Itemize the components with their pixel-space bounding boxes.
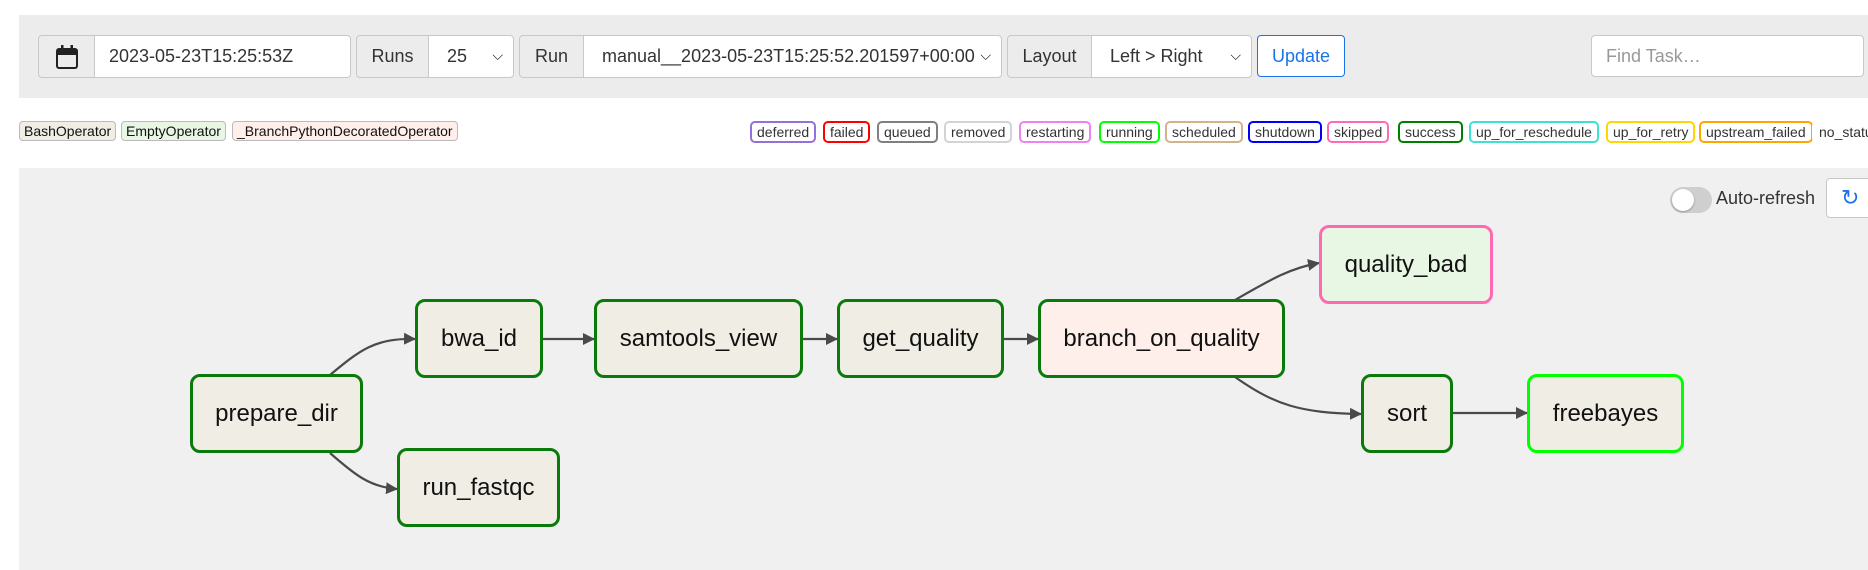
legend-operator-empty[interactable]: EmptyOperator bbox=[121, 121, 226, 141]
auto-refresh-label: Auto-refresh bbox=[1716, 188, 1816, 208]
legend-state-up-for-reschedule[interactable]: up_for_reschedule bbox=[1469, 121, 1599, 143]
layout-label: Layout bbox=[1007, 35, 1092, 78]
task-node-bwa-id[interactable]: bwa_id bbox=[415, 299, 543, 378]
legend-state-running[interactable]: running bbox=[1099, 121, 1160, 143]
refresh-icon: ↻ bbox=[1841, 185, 1860, 210]
update-button[interactable]: Update bbox=[1257, 35, 1345, 77]
legend-operator-bash[interactable]: BashOperator bbox=[19, 121, 117, 141]
chevron-down-icon: ⌵ bbox=[980, 47, 991, 63]
calendar-button[interactable] bbox=[38, 35, 95, 78]
legend-state-deferred[interactable]: deferred bbox=[750, 121, 817, 143]
legend-state-scheduled[interactable]: scheduled bbox=[1165, 121, 1243, 143]
legend-operator-branch-python[interactable]: _BranchPythonDecoratedOperator bbox=[232, 121, 458, 141]
task-node-freebayes[interactable]: freebayes bbox=[1527, 374, 1684, 453]
task-node-get-quality[interactable]: get_quality bbox=[837, 299, 1004, 378]
runs-value: 25 bbox=[447, 46, 468, 66]
layout-select[interactable]: Left > Right ⌵ bbox=[1091, 35, 1252, 78]
execution-date-value: 2023-05-23T15:25:53Z bbox=[109, 46, 294, 66]
legend-state-upstream-failed[interactable]: upstream_failed bbox=[1699, 121, 1813, 143]
runs-label: Runs bbox=[356, 35, 429, 78]
run-value: manual__2023-05-23T15:25:52.201597+00:00 bbox=[602, 46, 975, 66]
find-task-input[interactable] bbox=[1591, 35, 1864, 77]
legend-state-skipped[interactable]: skipped bbox=[1327, 121, 1390, 143]
legend-state-queued[interactable]: queued bbox=[877, 121, 938, 143]
legend-state-up-for-retry[interactable]: up_for_retry bbox=[1606, 121, 1696, 143]
legend-state-success[interactable]: success bbox=[1398, 121, 1463, 143]
runs-select[interactable]: 25 ⌵ bbox=[428, 35, 514, 78]
chevron-down-icon: ⌵ bbox=[492, 47, 503, 63]
legend-state-failed[interactable]: failed bbox=[823, 121, 871, 143]
task-node-sort[interactable]: sort bbox=[1361, 374, 1453, 453]
legend-state-shutdown[interactable]: shutdown bbox=[1248, 121, 1322, 143]
run-select[interactable]: manual__2023-05-23T15:25:52.201597+00:00… bbox=[583, 35, 1002, 78]
task-node-quality-bad[interactable]: quality_bad bbox=[1319, 225, 1493, 304]
legend-state-restarting[interactable]: restarting bbox=[1019, 121, 1092, 143]
task-node-samtools-view[interactable]: samtools_view bbox=[594, 299, 803, 378]
legend-state-no-status[interactable]: no_status bbox=[1812, 121, 1868, 143]
auto-refresh-toggle[interactable] bbox=[1670, 187, 1712, 213]
execution-date-input[interactable]: 2023-05-23T15:25:53Z bbox=[94, 35, 351, 78]
task-node-prepare-dir[interactable]: prepare_dir bbox=[190, 374, 363, 453]
task-node-branch-on-quality[interactable]: branch_on_quality bbox=[1038, 299, 1285, 378]
chevron-down-icon: ⌵ bbox=[1230, 47, 1241, 63]
task-node-run-fastqc[interactable]: run_fastqc bbox=[397, 448, 560, 527]
calendar-icon bbox=[55, 44, 78, 69]
run-label: Run bbox=[519, 35, 584, 78]
layout-value: Left > Right bbox=[1110, 46, 1203, 66]
refresh-button[interactable]: ↻ bbox=[1826, 178, 1868, 218]
legend-state-removed[interactable]: removed bbox=[944, 121, 1013, 143]
